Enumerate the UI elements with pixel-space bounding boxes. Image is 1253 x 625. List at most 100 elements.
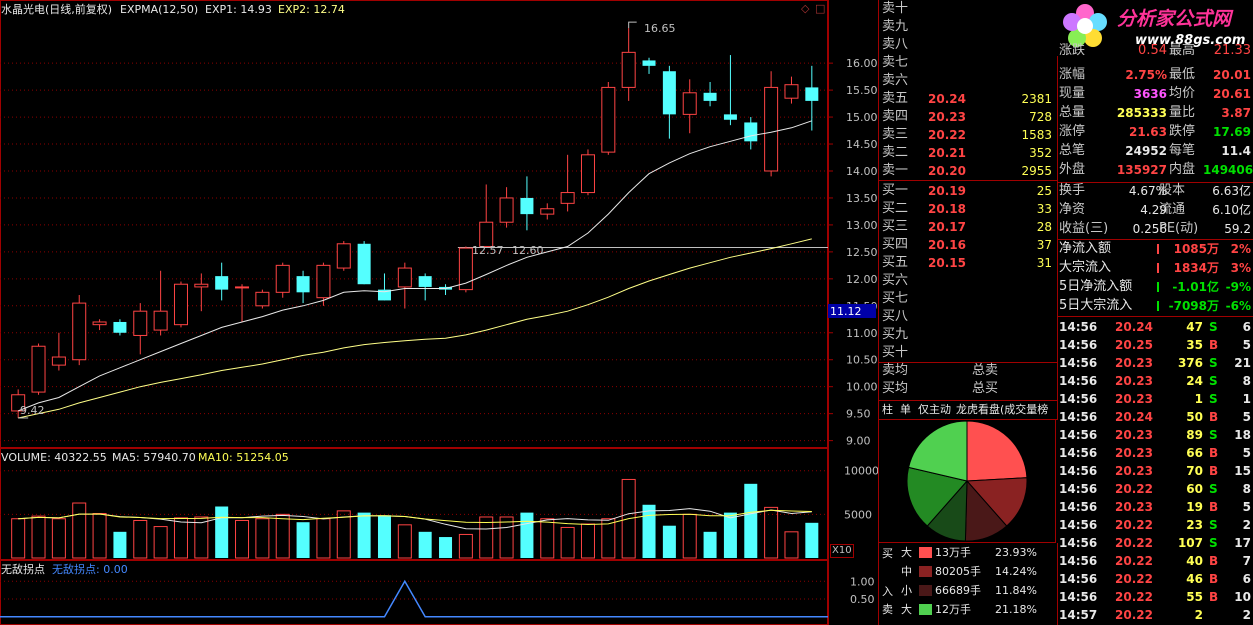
sell-level-name: 卖九 bbox=[882, 19, 909, 34]
volume-unit-badge: X10 bbox=[830, 544, 854, 558]
tick-volume: 70 bbox=[1186, 464, 1203, 478]
trade-tabs: 柱 单 仅主动 龙虎看盘(成交量榜 bbox=[878, 400, 1058, 420]
buy-level-name: 买三 bbox=[882, 219, 909, 234]
candle-body-up bbox=[764, 86, 779, 172]
volume-bar-down bbox=[520, 512, 534, 558]
tick-price: 20.24 bbox=[1115, 410, 1153, 424]
high-marker bbox=[628, 21, 637, 29]
volume-bar-up bbox=[784, 531, 799, 559]
candle-body-up bbox=[601, 86, 616, 153]
stat-value: 20.01 bbox=[1213, 68, 1251, 82]
fund-flow-value: 1085万 bbox=[1173, 242, 1219, 256]
sell-level-name: 卖五 bbox=[882, 91, 909, 106]
flow-pie-chart bbox=[878, 419, 1056, 543]
low-annotation: 9.42 bbox=[20, 404, 45, 417]
stat-label: 股本 bbox=[1159, 183, 1186, 198]
stat-label: 净资 bbox=[1059, 202, 1086, 217]
stat-label: 内盘 bbox=[1169, 162, 1196, 177]
volume-bar-up bbox=[173, 517, 188, 559]
fund-flow-bar bbox=[1157, 282, 1159, 292]
volume-bar-down bbox=[215, 506, 229, 558]
sell-level-price[interactable]: 20.21 bbox=[928, 144, 966, 162]
price-tick-label: 10.50 bbox=[846, 354, 878, 367]
volume-bar-down bbox=[703, 531, 717, 558]
volume-bar-up bbox=[397, 524, 412, 559]
buy-avg-label: 买均 bbox=[882, 381, 909, 396]
volume-bar-up bbox=[235, 519, 250, 559]
price-tick-label: 14.00 bbox=[846, 165, 878, 178]
left-price-annotation: 12.57 bbox=[472, 244, 504, 257]
sell-level-price[interactable]: 20.22 bbox=[928, 126, 966, 144]
sell-avg-label: 卖均 bbox=[882, 363, 909, 378]
buy-level-row: 买三 20.17 28 bbox=[882, 218, 1052, 236]
tick-count: 5 bbox=[1242, 446, 1251, 460]
buy-level-row: 买十 bbox=[882, 344, 1052, 362]
buy-level-row: 买九 bbox=[882, 326, 1052, 344]
tick-price: 20.23 bbox=[1115, 446, 1153, 460]
tick-list[interactable]: 14:56 20.24 47 S 6 14:56 20.25 35 B 5 14:56 20.23 37… bbox=[1057, 318, 1253, 625]
candle-body-down bbox=[520, 197, 534, 215]
stat-label: 外盘 bbox=[1059, 162, 1086, 177]
tab-single[interactable]: 单 bbox=[900, 403, 911, 416]
flow-volume: 66689手 bbox=[935, 584, 981, 597]
tick-price: 20.22 bbox=[1115, 608, 1153, 622]
flow-size-label: 大 bbox=[901, 546, 912, 559]
candle-body-up bbox=[580, 154, 595, 194]
tab-active-only[interactable]: 仅主动 bbox=[918, 403, 951, 416]
candle-body-down bbox=[744, 122, 758, 142]
buy-level-volume: 28 bbox=[1036, 220, 1052, 234]
tick-volume: 55 bbox=[1186, 590, 1203, 604]
sell-level-name: 卖一 bbox=[882, 163, 909, 178]
sell-level-row: 卖一 20.20 2955 bbox=[882, 162, 1052, 180]
price-tick-label: 13.50 bbox=[846, 192, 878, 205]
tick-side: B bbox=[1209, 410, 1219, 424]
volume-chart[interactable] bbox=[0, 448, 828, 560]
stat-label: 最低 bbox=[1169, 67, 1196, 82]
fund-flow-bar bbox=[1157, 263, 1159, 273]
candle-body-up bbox=[72, 302, 87, 361]
buy-level-price[interactable]: 20.16 bbox=[928, 236, 966, 254]
tab-dragon-tiger[interactable]: 龙虎看盘(成交量榜 bbox=[956, 403, 1048, 416]
tick-count: 6 bbox=[1242, 572, 1251, 586]
stat-label: 涨停 bbox=[1059, 124, 1086, 139]
sell-level-price[interactable]: 20.24 bbox=[928, 90, 966, 108]
stat-label: 现量 bbox=[1059, 86, 1086, 101]
stat-value: 17.69 bbox=[1213, 125, 1251, 139]
volume-bar-up bbox=[764, 506, 779, 559]
tick-volume: 2 bbox=[1194, 608, 1203, 622]
buy-level-name: 买七 bbox=[882, 291, 909, 306]
candle-body-up bbox=[31, 345, 46, 393]
tick-time: 14:56 bbox=[1059, 554, 1098, 568]
buy-level-price[interactable]: 20.19 bbox=[928, 182, 966, 200]
flow-size-label: 小 bbox=[901, 584, 912, 597]
candle-body-down bbox=[418, 276, 432, 287]
sell-level-price[interactable]: 20.23 bbox=[928, 108, 966, 126]
candlestick-chart[interactable] bbox=[0, 0, 828, 448]
volume-bar-up bbox=[540, 518, 555, 559]
candle-body-up bbox=[92, 321, 107, 326]
sell-level-row: 卖十 bbox=[882, 0, 1052, 18]
sell-level-price[interactable]: 20.20 bbox=[928, 162, 966, 180]
tick-side: S bbox=[1209, 428, 1218, 442]
tick-count: 5 bbox=[1242, 410, 1251, 424]
tick-side: S bbox=[1209, 374, 1218, 388]
buy-level-price[interactable]: 20.18 bbox=[928, 200, 966, 218]
flow-percent: 14.24% bbox=[995, 565, 1037, 578]
sub-indicator-chart[interactable] bbox=[0, 560, 828, 625]
buy-level-volume: 31 bbox=[1036, 256, 1052, 270]
volume-bar-up bbox=[72, 502, 87, 559]
tick-count: 18 bbox=[1234, 428, 1251, 442]
buy-level-price[interactable]: 20.17 bbox=[928, 218, 966, 236]
tick-count: 1 bbox=[1242, 392, 1251, 406]
stat-value: 149406 bbox=[1203, 163, 1253, 177]
price-tick-label: 12.00 bbox=[846, 273, 878, 286]
buy-in-label-bottom: 入 bbox=[882, 585, 893, 598]
fund-flow-percent: 2% bbox=[1230, 242, 1251, 256]
right-price-annotation: 12.60 bbox=[512, 244, 544, 257]
volume-bar-up bbox=[479, 516, 494, 559]
candle-body-up bbox=[621, 51, 636, 88]
tab-bar[interactable]: 柱 bbox=[882, 403, 893, 416]
buy-level-price[interactable]: 20.15 bbox=[928, 254, 966, 272]
logo-text: 分析家公式网 bbox=[1117, 8, 1232, 30]
candle-body-up bbox=[560, 192, 575, 204]
